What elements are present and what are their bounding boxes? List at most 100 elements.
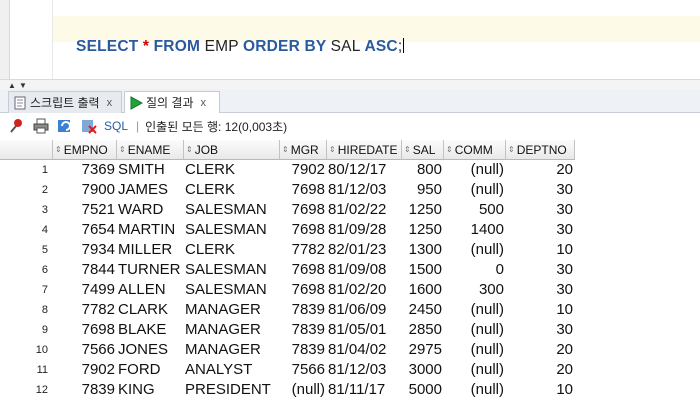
- cell-deptno[interactable]: 30: [506, 280, 575, 300]
- close-icon[interactable]: x: [201, 97, 207, 109]
- cell-sal[interactable]: 2850: [402, 320, 444, 340]
- cell-mgr[interactable]: 7698: [280, 220, 327, 240]
- cell-mgr[interactable]: 7839: [280, 320, 327, 340]
- cell-hiredate[interactable]: 81/12/03: [327, 360, 402, 380]
- cell-empno[interactable]: 7839: [53, 380, 117, 400]
- cell-empno[interactable]: 7782: [53, 300, 117, 320]
- cell-job[interactable]: SALESMAN: [184, 200, 280, 220]
- cell-deptno[interactable]: 10: [506, 240, 575, 260]
- clear-icon[interactable]: [80, 117, 100, 135]
- print-icon[interactable]: [32, 117, 52, 135]
- cell-job[interactable]: CLERK: [184, 240, 280, 260]
- cell-deptno[interactable]: 10: [506, 380, 575, 400]
- cell-ename[interactable]: TURNER: [117, 260, 184, 280]
- cell-empno[interactable]: 7521: [53, 200, 117, 220]
- cell-ename[interactable]: CLARK: [117, 300, 184, 320]
- cell-job[interactable]: SALESMAN: [184, 260, 280, 280]
- cell-deptno[interactable]: 30: [506, 260, 575, 280]
- cell-hiredate[interactable]: 81/12/03: [327, 180, 402, 200]
- cell-ename[interactable]: JONES: [117, 340, 184, 360]
- cell-mgr[interactable]: 7698: [280, 200, 327, 220]
- sort-icon[interactable]: ⇕: [329, 145, 336, 154]
- cell-sal[interactable]: 1250: [402, 200, 444, 220]
- cell-hiredate[interactable]: 81/11/17: [327, 380, 402, 400]
- cell-empno[interactable]: 7698: [53, 320, 117, 340]
- sql-link[interactable]: SQL: [104, 119, 128, 133]
- row-number[interactable]: 7: [0, 280, 52, 300]
- cell-empno[interactable]: 7654: [53, 220, 117, 240]
- cell-mgr[interactable]: 7782: [280, 240, 327, 260]
- sort-icon[interactable]: ⇕: [119, 145, 126, 154]
- column-header-hiredate[interactable]: ⇕ HIREDATE: [327, 140, 402, 160]
- column-header-job[interactable]: ⇕ JOB: [184, 140, 280, 160]
- cell-hiredate[interactable]: 81/02/20: [327, 280, 402, 300]
- column-header-comm[interactable]: ⇕ COMM: [444, 140, 506, 160]
- cell-comm[interactable]: 300: [444, 280, 506, 300]
- row-number[interactable]: 11: [0, 360, 52, 380]
- cell-sal[interactable]: 950: [402, 180, 444, 200]
- cell-sal[interactable]: 1500: [402, 260, 444, 280]
- cell-comm[interactable]: 1400: [444, 220, 506, 240]
- cell-deptno[interactable]: 30: [506, 320, 575, 340]
- cell-hiredate[interactable]: 81/05/01: [327, 320, 402, 340]
- cell-ename[interactable]: ALLEN: [117, 280, 184, 300]
- cell-deptno[interactable]: 30: [506, 180, 575, 200]
- cell-sal[interactable]: 5000: [402, 380, 444, 400]
- cell-deptno[interactable]: 20: [506, 340, 575, 360]
- cell-empno[interactable]: 7566: [53, 340, 117, 360]
- cell-hiredate[interactable]: 82/01/23: [327, 240, 402, 260]
- cell-job[interactable]: CLERK: [184, 180, 280, 200]
- row-number[interactable]: 5: [0, 240, 52, 260]
- sort-icon[interactable]: ⇕: [508, 145, 515, 154]
- cell-comm[interactable]: (null): [444, 240, 506, 260]
- cell-mgr[interactable]: 7566: [280, 360, 327, 380]
- cell-comm[interactable]: (null): [444, 180, 506, 200]
- cell-mgr[interactable]: 7902: [280, 160, 327, 180]
- row-number[interactable]: 8: [0, 300, 52, 320]
- row-number[interactable]: 3: [0, 200, 52, 220]
- cell-hiredate[interactable]: 81/09/28: [327, 220, 402, 240]
- cell-ename[interactable]: WARD: [117, 200, 184, 220]
- cell-sal[interactable]: 800: [402, 160, 444, 180]
- cell-job[interactable]: ANALYST: [184, 360, 280, 380]
- cell-sal[interactable]: 2450: [402, 300, 444, 320]
- cell-mgr[interactable]: (null): [280, 380, 327, 400]
- tab-query-result[interactable]: 질의 결과 x: [124, 91, 220, 113]
- cell-deptno[interactable]: 20: [506, 360, 575, 380]
- row-number[interactable]: 10: [0, 340, 52, 360]
- cell-comm[interactable]: (null): [444, 320, 506, 340]
- cell-empno[interactable]: 7844: [53, 260, 117, 280]
- cell-comm[interactable]: (null): [444, 340, 506, 360]
- row-number[interactable]: 1: [0, 160, 52, 180]
- column-header-empno[interactable]: ⇕ EMPNO: [53, 140, 117, 160]
- cell-mgr[interactable]: 7698: [280, 180, 327, 200]
- cell-deptno[interactable]: 10: [506, 300, 575, 320]
- cell-ename[interactable]: KING: [117, 380, 184, 400]
- cell-ename[interactable]: BLAKE: [117, 320, 184, 340]
- cell-job[interactable]: MANAGER: [184, 320, 280, 340]
- row-number[interactable]: 2: [0, 180, 52, 200]
- cell-comm[interactable]: (null): [444, 380, 506, 400]
- cell-mgr[interactable]: 7839: [280, 340, 327, 360]
- cell-deptno[interactable]: 30: [506, 220, 575, 240]
- close-icon[interactable]: x: [107, 97, 113, 109]
- cell-sal[interactable]: 1250: [402, 220, 444, 240]
- cell-comm[interactable]: (null): [444, 360, 506, 380]
- cell-comm[interactable]: 0: [444, 260, 506, 280]
- cell-empno[interactable]: 7902: [53, 360, 117, 380]
- row-number[interactable]: 9: [0, 320, 52, 340]
- cell-hiredate[interactable]: 80/12/17: [327, 160, 402, 180]
- cell-hiredate[interactable]: 81/02/22: [327, 200, 402, 220]
- cell-sal[interactable]: 2975: [402, 340, 444, 360]
- cell-job[interactable]: SALESMAN: [184, 220, 280, 240]
- cell-job[interactable]: PRESIDENT: [184, 380, 280, 400]
- panel-splitter[interactable]: ▲ ▼: [0, 79, 700, 90]
- sort-icon[interactable]: ⇕: [446, 145, 453, 154]
- cell-mgr[interactable]: 7698: [280, 260, 327, 280]
- cell-mgr[interactable]: 7698: [280, 280, 327, 300]
- tab-script-output[interactable]: 스크립트 출력 x: [8, 91, 122, 113]
- cell-sal[interactable]: 3000: [402, 360, 444, 380]
- sort-icon[interactable]: ⇕: [282, 145, 289, 154]
- cell-empno[interactable]: 7499: [53, 280, 117, 300]
- cell-comm[interactable]: (null): [444, 300, 506, 320]
